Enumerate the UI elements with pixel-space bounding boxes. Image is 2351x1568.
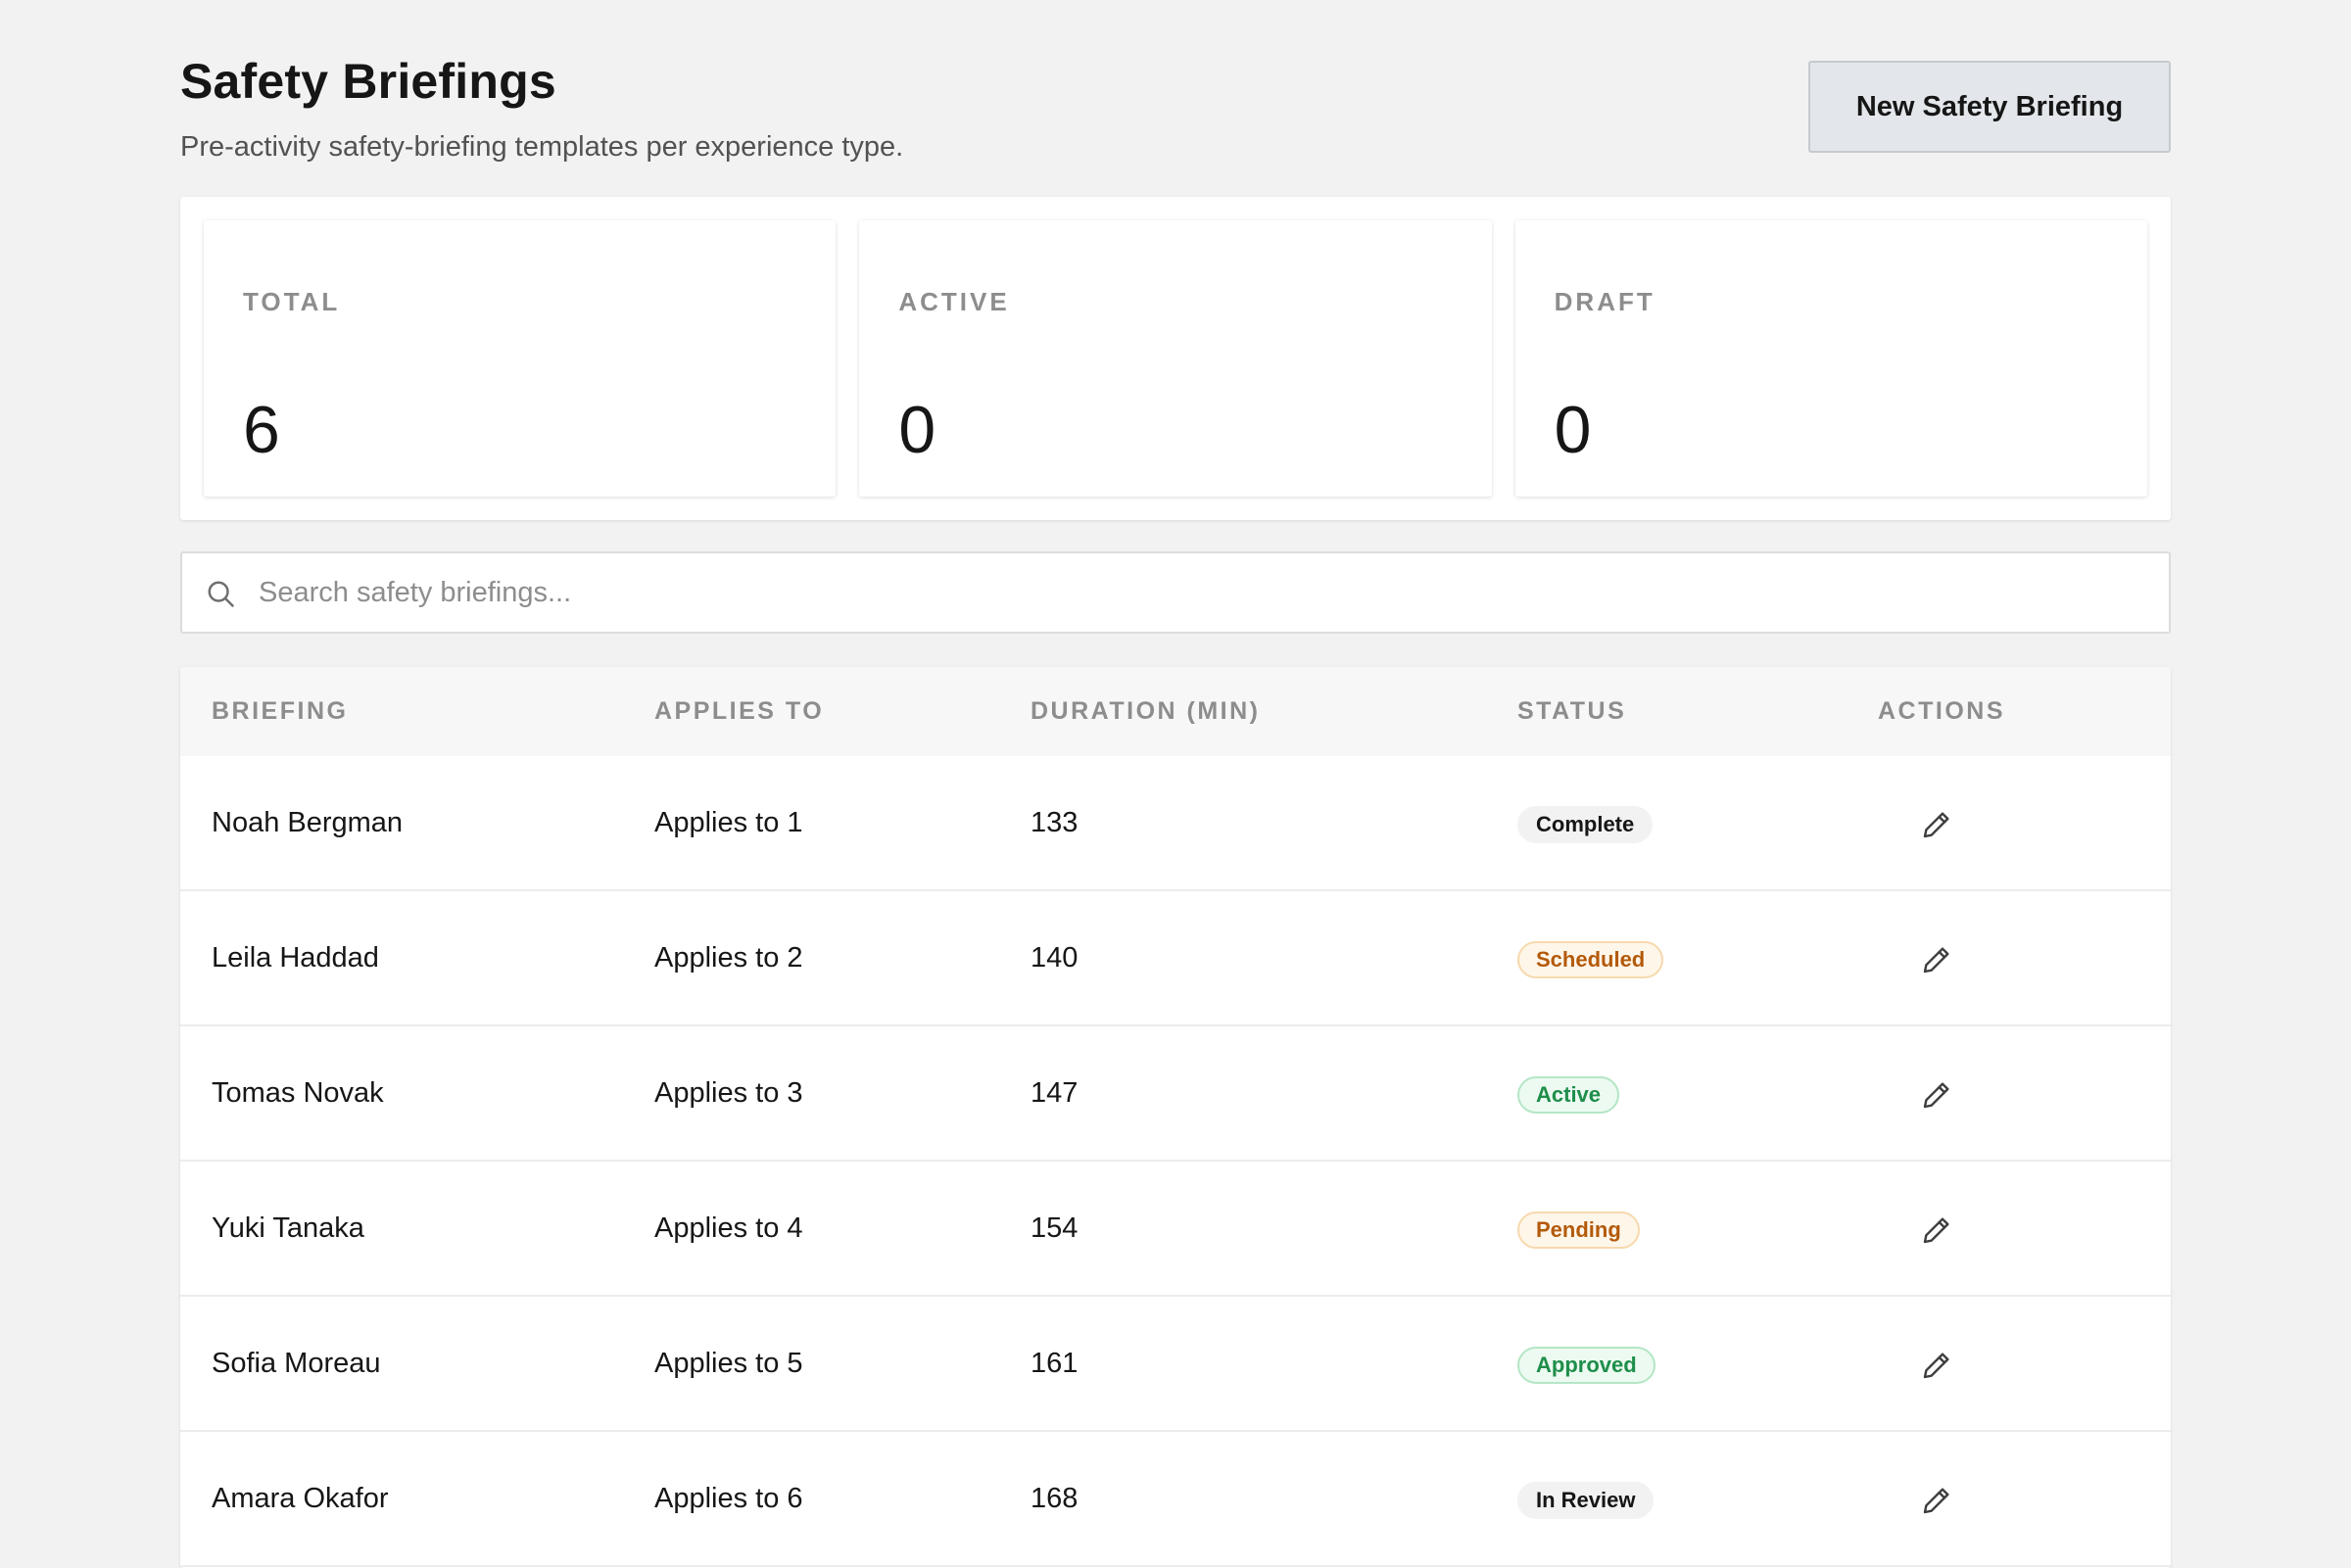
duration: 147 xyxy=(1031,1077,1079,1109)
page-header: Safety Briefings Pre-activity safety-bri… xyxy=(180,0,2171,196)
stat-card-total: TOTAL 6 xyxy=(204,220,837,497)
status-badge: In Review xyxy=(1517,1482,1655,1519)
pencil-icon[interactable] xyxy=(1921,1079,1952,1111)
table-header: BRIEFING APPLIES TO DURATION (MIN) STATU… xyxy=(180,667,2171,756)
column-header-status[interactable]: STATUS xyxy=(1517,667,1626,756)
search-input[interactable] xyxy=(259,553,2120,632)
pencil-icon[interactable] xyxy=(1921,1485,1952,1516)
table-row[interactable]: Noah Bergman Applies to 1 133 Complete xyxy=(180,756,2171,891)
status-badge: Approved xyxy=(1517,1347,1655,1384)
new-safety-briefing-button[interactable]: New Safety Briefing xyxy=(1808,61,2171,153)
column-header-applies-to[interactable]: APPLIES TO xyxy=(654,667,824,756)
pencil-icon[interactable] xyxy=(1921,944,1952,975)
table-row[interactable]: Yuki Tanaka Applies to 4 154 Pending xyxy=(180,1162,2171,1297)
column-header-actions: ACTIONS xyxy=(1878,697,2005,725)
table-row[interactable]: Tomas Novak Applies to 3 147 Active xyxy=(180,1026,2171,1162)
duration: 140 xyxy=(1031,942,1079,974)
stat-value: 0 xyxy=(1554,393,1592,467)
duration: 133 xyxy=(1031,807,1079,838)
stat-label: ACTIVE xyxy=(898,287,1010,316)
table-row[interactable]: Sofia Moreau Applies to 5 161 Approved xyxy=(180,1297,2171,1432)
page-title: Safety Briefings xyxy=(180,54,556,109)
stats-panel: TOTAL 6 ACTIVE 0 DRAFT 0 xyxy=(180,197,2171,520)
briefing-name: Tomas Novak xyxy=(212,1077,384,1109)
briefing-name: Amara Okafor xyxy=(212,1483,389,1514)
briefings-table: BRIEFING APPLIES TO DURATION (MIN) STATU… xyxy=(180,667,2171,1568)
page: Safety Briefings Pre-activity safety-bri… xyxy=(180,0,2171,1568)
stat-value: 6 xyxy=(243,393,280,467)
stat-label: DRAFT xyxy=(1554,287,1655,316)
duration: 154 xyxy=(1031,1212,1079,1244)
applies-to: Applies to 3 xyxy=(654,1077,803,1109)
table-row[interactable]: Amara Okafor Applies to 6 168 In Review xyxy=(180,1432,2171,1567)
applies-to: Applies to 1 xyxy=(654,807,803,838)
status-badge: Pending xyxy=(1517,1212,1640,1249)
pencil-icon[interactable] xyxy=(1921,1350,1952,1381)
status-badge: Active xyxy=(1517,1076,1620,1114)
stat-label: TOTAL xyxy=(243,287,341,316)
stat-card-draft: DRAFT 0 xyxy=(1514,220,2147,497)
briefing-name: Noah Bergman xyxy=(212,807,404,838)
page-subtitle: Pre-activity safety-briefing templates p… xyxy=(180,131,904,163)
pencil-icon[interactable] xyxy=(1921,1214,1952,1246)
status-badge: Scheduled xyxy=(1517,941,1664,978)
table-body: Noah Bergman Applies to 1 133 Complete Leila… xyxy=(180,756,2171,1567)
briefing-name: Leila Haddad xyxy=(212,942,379,974)
applies-to: Applies to 4 xyxy=(654,1212,803,1244)
column-header-duration[interactable]: DURATION (MIN) xyxy=(1031,667,1261,756)
status-badge: Complete xyxy=(1517,806,1654,843)
stat-card-active: ACTIVE 0 xyxy=(859,220,1492,497)
search-bar xyxy=(180,551,2171,634)
table-row[interactable]: Leila Haddad Applies to 2 140 Scheduled xyxy=(180,891,2171,1026)
applies-to: Applies to 6 xyxy=(654,1483,803,1514)
pencil-icon[interactable] xyxy=(1921,809,1952,840)
applies-to: Applies to 5 xyxy=(654,1348,803,1379)
duration: 161 xyxy=(1031,1348,1079,1379)
briefing-name: Yuki Tanaka xyxy=(212,1212,364,1244)
search-icon xyxy=(208,581,234,607)
applies-to: Applies to 2 xyxy=(654,942,803,974)
briefing-name: Sofia Moreau xyxy=(212,1348,381,1379)
stat-value: 0 xyxy=(898,393,936,467)
duration: 168 xyxy=(1031,1483,1079,1514)
column-header-briefing[interactable]: BRIEFING xyxy=(212,667,348,756)
